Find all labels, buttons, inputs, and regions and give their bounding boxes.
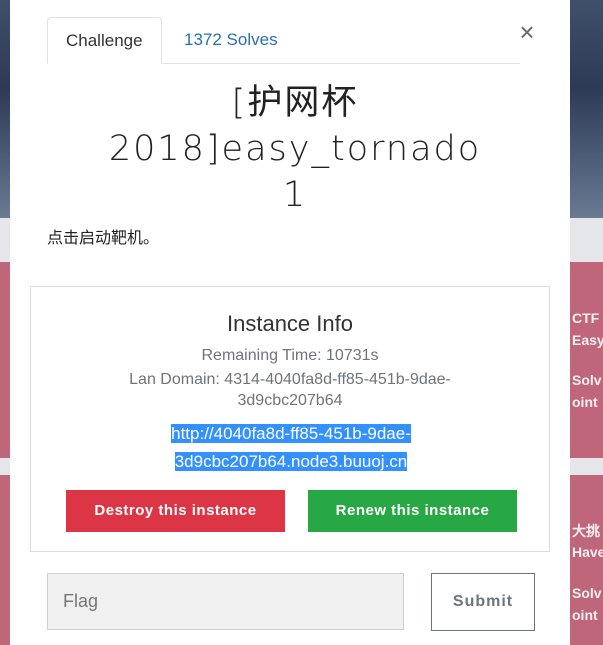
remaining-time: Remaining Time: 10731s	[201, 347, 379, 364]
flag-input[interactable]	[47, 573, 404, 630]
modal-tabs: Challenge 1372 Solves	[47, 17, 520, 64]
tab-solves[interactable]: 1372 Solves	[166, 17, 296, 63]
instance-link-text[interactable]: http://4040fa8d-ff85-451b-9dae-3d9cbc207…	[171, 424, 411, 471]
background-card-text: CTF	[572, 310, 600, 326]
instance-link[interactable]: http://4040fa8d-ff85-451b-9dae-3d9cbc207…	[156, 420, 426, 476]
background-card-text: Solv	[572, 585, 602, 601]
background-card-text: 大挑	[572, 523, 600, 539]
tab-challenge[interactable]: Challenge	[47, 17, 162, 64]
destroy-instance-button[interactable]: Destroy this instance	[66, 490, 285, 532]
background-card-text: Easy	[572, 332, 603, 348]
close-icon[interactable]: ×	[515, 18, 539, 46]
background-card-text: Solv	[572, 372, 602, 388]
background-card-text: Have	[572, 544, 603, 560]
background-card-edge	[0, 262, 10, 458]
challenge-modal: Challenge 1372 Solves × [护网杯2018]easy_to…	[10, 0, 570, 645]
lan-domain: Lan Domain: 4314-4040fa8d-ff85-451b-9dae…	[129, 371, 451, 409]
renew-instance-button[interactable]: Renew this instance	[308, 490, 517, 532]
background-card-edge	[0, 475, 10, 645]
challenge-description: 点击启动靶机。	[47, 228, 160, 247]
submit-button[interactable]: Submit	[431, 573, 535, 631]
instance-info-panel: Instance Info Remaining Time: 10731s Lan…	[30, 286, 550, 552]
challenge-title: [护网杯2018]easy_tornado 1	[108, 83, 482, 215]
instance-info-heading: Instance Info	[227, 311, 353, 336]
background-card-text: oint	[572, 394, 598, 410]
background-card-text: oint	[572, 607, 598, 623]
